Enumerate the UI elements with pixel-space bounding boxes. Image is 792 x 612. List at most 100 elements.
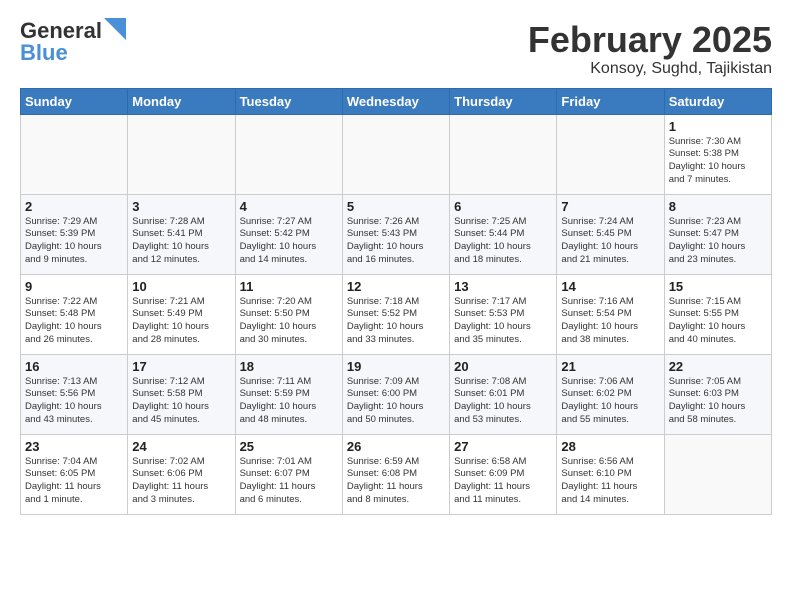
day-info: Sunrise: 6:56 AM Sunset: 6:10 PM Dayligh… bbox=[561, 456, 659, 507]
calendar-cell: 4 Sunrise: 7:27 AM Sunset: 5:42 PM Daylig… bbox=[235, 194, 342, 274]
day-number: 24 bbox=[132, 439, 230, 454]
day-info: Sunrise: 7:01 AM Sunset: 6:07 PM Dayligh… bbox=[240, 456, 338, 507]
day-info: Sunrise: 7:12 AM Sunset: 5:58 PM Dayligh… bbox=[132, 376, 230, 427]
calendar-week-row: 1Sunrise: 7:30 AM Sunset: 5:38 PM Daylig… bbox=[21, 114, 772, 194]
day-number: 7 bbox=[561, 199, 659, 214]
day-number: 13 bbox=[454, 279, 552, 294]
day-number: 10 bbox=[132, 279, 230, 294]
calendar-cell: 21 Sunrise: 7:06 AM Sunset: 6:02 PM Dayli… bbox=[557, 354, 664, 434]
day-info: Sunrise: 7:13 AM Sunset: 5:56 PM Dayligh… bbox=[25, 376, 123, 427]
day-number: 22 bbox=[669, 359, 767, 374]
calendar-cell: 25 Sunrise: 7:01 AM Sunset: 6:07 PM Dayli… bbox=[235, 434, 342, 514]
calendar-cell: 19Sunrise: 7:09 AM Sunset: 6:00 PM Dayli… bbox=[342, 354, 449, 434]
day-number: 18 bbox=[240, 359, 338, 374]
day-number: 12 bbox=[347, 279, 445, 294]
calendar-cell bbox=[235, 114, 342, 194]
calendar-cell bbox=[342, 114, 449, 194]
day-number: 6 bbox=[454, 199, 552, 214]
calendar-week-row: 16 Sunrise: 7:13 AM Sunset: 5:56 PM Dayli… bbox=[21, 354, 772, 434]
day-info: Sunrise: 7:22 AM Sunset: 5:48 PM Dayligh… bbox=[25, 296, 123, 347]
day-info: Sunrise: 6:58 AM Sunset: 6:09 PM Dayligh… bbox=[454, 456, 552, 507]
weekday-header-tuesday: Tuesday bbox=[235, 88, 342, 114]
calendar-cell: 7 Sunrise: 7:24 AM Sunset: 5:45 PM Daylig… bbox=[557, 194, 664, 274]
calendar-table: SundayMondayTuesdayWednesdayThursdayFrid… bbox=[20, 88, 772, 515]
weekday-header-saturday: Saturday bbox=[664, 88, 771, 114]
day-info: Sunrise: 7:27 AM Sunset: 5:42 PM Dayligh… bbox=[240, 216, 338, 267]
day-number: 3 bbox=[132, 199, 230, 214]
calendar-cell: 18 Sunrise: 7:11 AM Sunset: 5:59 PM Dayli… bbox=[235, 354, 342, 434]
calendar-cell: 23 Sunrise: 7:04 AM Sunset: 6:05 PM Dayli… bbox=[21, 434, 128, 514]
day-info: Sunrise: 7:29 AM Sunset: 5:39 PM Dayligh… bbox=[25, 216, 123, 267]
calendar-cell bbox=[664, 434, 771, 514]
day-number: 21 bbox=[561, 359, 659, 374]
calendar-cell bbox=[128, 114, 235, 194]
day-info: Sunrise: 7:05 AM Sunset: 6:03 PM Dayligh… bbox=[669, 376, 767, 427]
calendar-cell: 9 Sunrise: 7:22 AM Sunset: 5:48 PM Daylig… bbox=[21, 274, 128, 354]
day-number: 23 bbox=[25, 439, 123, 454]
day-number: 25 bbox=[240, 439, 338, 454]
day-info: Sunrise: 7:21 AM Sunset: 5:49 PM Dayligh… bbox=[132, 296, 230, 347]
day-number: 16 bbox=[25, 359, 123, 374]
calendar-cell: 5 Sunrise: 7:26 AM Sunset: 5:43 PM Daylig… bbox=[342, 194, 449, 274]
day-number: 5 bbox=[347, 199, 445, 214]
day-info: Sunrise: 7:17 AM Sunset: 5:53 PM Dayligh… bbox=[454, 296, 552, 347]
day-info: Sunrise: 7:26 AM Sunset: 5:43 PM Dayligh… bbox=[347, 216, 445, 267]
logo: General Blue bbox=[20, 20, 126, 64]
day-info: Sunrise: 7:18 AM Sunset: 5:52 PM Dayligh… bbox=[347, 296, 445, 347]
calendar-cell bbox=[557, 114, 664, 194]
day-info: Sunrise: 7:24 AM Sunset: 5:45 PM Dayligh… bbox=[561, 216, 659, 267]
logo-general-text: General bbox=[20, 20, 102, 42]
weekday-header-monday: Monday bbox=[128, 88, 235, 114]
calendar-week-row: 9 Sunrise: 7:22 AM Sunset: 5:48 PM Daylig… bbox=[21, 274, 772, 354]
weekday-header-friday: Friday bbox=[557, 88, 664, 114]
day-number: 17 bbox=[132, 359, 230, 374]
calendar-cell: 20 Sunrise: 7:08 AM Sunset: 6:01 PM Dayli… bbox=[450, 354, 557, 434]
calendar-cell bbox=[21, 114, 128, 194]
day-number: 15 bbox=[669, 279, 767, 294]
day-info: Sunrise: 7:23 AM Sunset: 5:47 PM Dayligh… bbox=[669, 216, 767, 267]
calendar-cell: 24 Sunrise: 7:02 AM Sunset: 6:06 PM Dayli… bbox=[128, 434, 235, 514]
logo-blue-text: Blue bbox=[20, 42, 68, 64]
month-title: February 2025 bbox=[528, 20, 772, 60]
day-info: Sunrise: 7:02 AM Sunset: 6:06 PM Dayligh… bbox=[132, 456, 230, 507]
weekday-header-row: SundayMondayTuesdayWednesdayThursdayFrid… bbox=[21, 88, 772, 114]
calendar-week-row: 2Sunrise: 7:29 AM Sunset: 5:39 PM Daylig… bbox=[21, 194, 772, 274]
weekday-header-thursday: Thursday bbox=[450, 88, 557, 114]
calendar-cell: 6 Sunrise: 7:25 AM Sunset: 5:44 PM Daylig… bbox=[450, 194, 557, 274]
logo-icon bbox=[104, 18, 126, 40]
calendar-cell: 16 Sunrise: 7:13 AM Sunset: 5:56 PM Dayli… bbox=[21, 354, 128, 434]
calendar-cell: 17 Sunrise: 7:12 AM Sunset: 5:58 PM Dayli… bbox=[128, 354, 235, 434]
day-info: Sunrise: 7:08 AM Sunset: 6:01 PM Dayligh… bbox=[454, 376, 552, 427]
day-info: Sunrise: 7:25 AM Sunset: 5:44 PM Dayligh… bbox=[454, 216, 552, 267]
calendar-cell: 26Sunrise: 6:59 AM Sunset: 6:08 PM Dayli… bbox=[342, 434, 449, 514]
day-info: Sunrise: 7:11 AM Sunset: 5:59 PM Dayligh… bbox=[240, 376, 338, 427]
calendar-cell: 11Sunrise: 7:20 AM Sunset: 5:50 PM Dayli… bbox=[235, 274, 342, 354]
day-info: Sunrise: 7:28 AM Sunset: 5:41 PM Dayligh… bbox=[132, 216, 230, 267]
day-number: 8 bbox=[669, 199, 767, 214]
day-info: Sunrise: 7:16 AM Sunset: 5:54 PM Dayligh… bbox=[561, 296, 659, 347]
calendar-cell: 22 Sunrise: 7:05 AM Sunset: 6:03 PM Dayli… bbox=[664, 354, 771, 434]
calendar-cell: 14 Sunrise: 7:16 AM Sunset: 5:54 PM Dayli… bbox=[557, 274, 664, 354]
day-info: Sunrise: 7:04 AM Sunset: 6:05 PM Dayligh… bbox=[25, 456, 123, 507]
calendar-cell: 8 Sunrise: 7:23 AM Sunset: 5:47 PM Daylig… bbox=[664, 194, 771, 274]
calendar-week-row: 23 Sunrise: 7:04 AM Sunset: 6:05 PM Dayli… bbox=[21, 434, 772, 514]
day-number: 20 bbox=[454, 359, 552, 374]
day-number: 27 bbox=[454, 439, 552, 454]
day-info: Sunrise: 7:09 AM Sunset: 6:00 PM Dayligh… bbox=[347, 376, 445, 427]
day-number: 14 bbox=[561, 279, 659, 294]
day-number: 28 bbox=[561, 439, 659, 454]
page-header: General Blue February 2025 Konsoy, Sughd… bbox=[20, 20, 772, 78]
day-info: Sunrise: 7:15 AM Sunset: 5:55 PM Dayligh… bbox=[669, 296, 767, 347]
calendar-cell: 13 Sunrise: 7:17 AM Sunset: 5:53 PM Dayli… bbox=[450, 274, 557, 354]
day-info: Sunrise: 7:06 AM Sunset: 6:02 PM Dayligh… bbox=[561, 376, 659, 427]
day-number: 26 bbox=[347, 439, 445, 454]
calendar-cell: 12 Sunrise: 7:18 AM Sunset: 5:52 PM Dayli… bbox=[342, 274, 449, 354]
day-number: 9 bbox=[25, 279, 123, 294]
title-block: February 2025 Konsoy, Sughd, Tajikistan bbox=[528, 20, 772, 78]
location-text: Konsoy, Sughd, Tajikistan bbox=[528, 60, 772, 78]
calendar-cell: 2Sunrise: 7:29 AM Sunset: 5:39 PM Daylig… bbox=[21, 194, 128, 274]
day-number: 4 bbox=[240, 199, 338, 214]
weekday-header-sunday: Sunday bbox=[21, 88, 128, 114]
calendar-cell bbox=[450, 114, 557, 194]
calendar-cell: 10 Sunrise: 7:21 AM Sunset: 5:49 PM Dayli… bbox=[128, 274, 235, 354]
